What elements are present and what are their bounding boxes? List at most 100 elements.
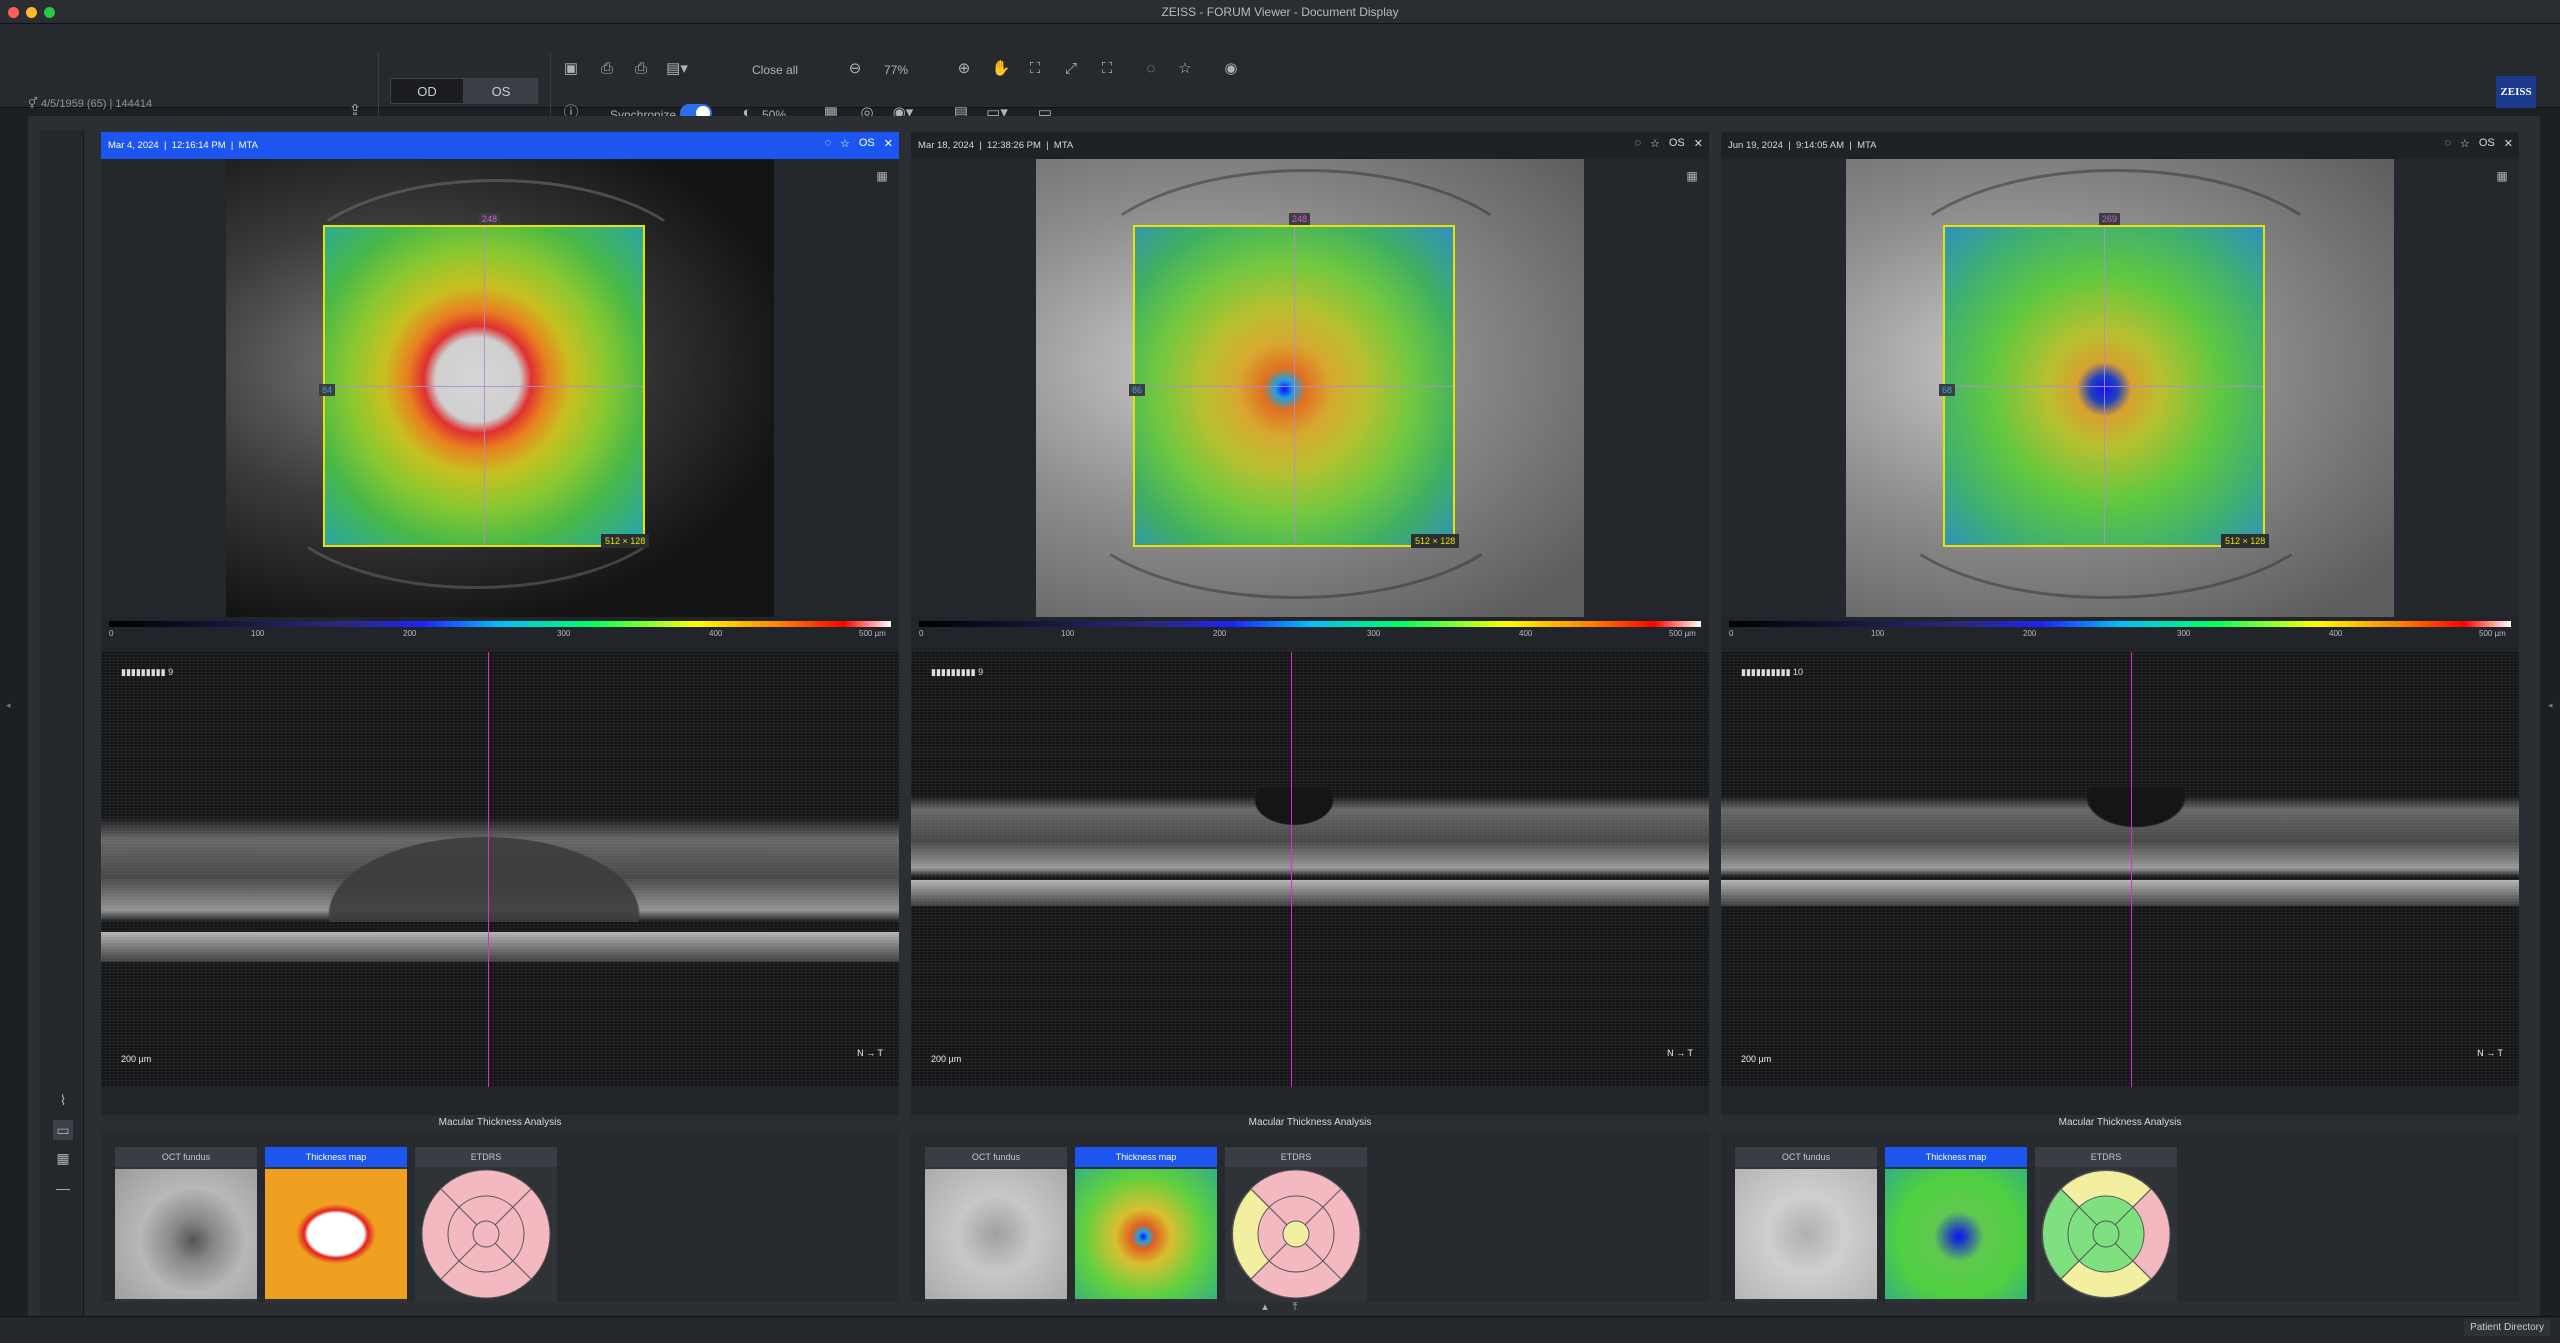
scale-tick: 400 (2329, 629, 2343, 638)
print-icon[interactable]: ⎙ (630, 58, 652, 80)
comment-icon[interactable]: ◌ (824, 137, 831, 150)
thickness-map-thumb[interactable]: Thickness map (1885, 1147, 2027, 1302)
star-icon[interactable]: ☆ (1650, 137, 1660, 150)
thumb-label: Thickness map (265, 1147, 407, 1167)
pin-icon[interactable]: ⤒ (1284, 1296, 1306, 1318)
quality-value: 9 (978, 667, 984, 677)
scale-tick: 500 µm (859, 629, 886, 638)
quality-indicator: ▮▮▮▮▮▮▮▮▮ 9 (931, 667, 984, 677)
table-icon[interactable]: ▦ (53, 1148, 73, 1168)
scan-dimensions: 512 × 128 (1411, 534, 1460, 548)
eye-label: OS (1668, 137, 1685, 149)
scale-bar-label: 200 µm (121, 1054, 152, 1064)
thumb-label: OCT fundus (925, 1147, 1067, 1167)
eye-label: OS (858, 137, 875, 149)
zoom-level[interactable]: 77% (884, 63, 908, 77)
right-expander-icon[interactable]: ◂ (2548, 700, 2553, 711)
patient-directory-button[interactable]: Patient Directory (2464, 1319, 2550, 1336)
oct-bscan[interactable]: ▮▮▮▮▮▮▮▮▮ 9 200 µm N → T (101, 652, 899, 1087)
close-all-button[interactable]: Close all (752, 63, 798, 77)
zeiss-logo: ZEISS (2496, 76, 2536, 108)
exam-panel-1[interactable]: Mar 4, 2024 | 12:16:14 PM | MTA ◌ ☆ OS ✕ 24… (101, 132, 899, 1302)
exam-panel-2[interactable]: Mar 18, 2024 | 12:38:26 PM | MTA ◌ ☆ OS ✕ 2… (911, 132, 1709, 1302)
thickness-map-overlay (1943, 225, 2265, 547)
comment-icon[interactable]: ◌ (1634, 137, 1641, 150)
scan-dimensions: 512 × 128 (601, 534, 650, 548)
scale-tick: 0 (109, 629, 114, 638)
save-icon[interactable]: ▣ (560, 58, 582, 80)
analysis-title: Macular Thickness Analysis (1721, 1115, 2519, 1131)
oct-fundus-thumb[interactable]: OCT fundus (115, 1147, 257, 1302)
quality-value: 9 (168, 667, 174, 677)
fundus-view[interactable]: 248 86 512 × 128 ▦ (911, 159, 1709, 617)
thumb-label: ETDRS (1225, 1147, 1367, 1167)
oct-bscan[interactable]: ▮▮▮▮▮▮▮▮▮▮ 10 200 µm N → T (1721, 652, 2519, 1087)
scale-tick: 300 (2177, 629, 2191, 638)
panel-header[interactable]: Mar 18, 2024 | 12:38:26 PM | MTA ◌ ☆ OS ✕ (911, 132, 1709, 159)
scale-bar-label: 200 µm (1741, 1054, 1772, 1064)
star-icon[interactable]: ☆ (1174, 58, 1196, 80)
single-view-icon[interactable]: ▭ (53, 1120, 73, 1140)
close-icon[interactable]: ✕ (884, 137, 893, 150)
eye-icon[interactable]: ◉ (1220, 58, 1242, 80)
analysis-thumbnails: OCT fundus Thickness map ETDRS (1721, 1131, 2519, 1302)
collapse-icon[interactable]: — (53, 1178, 73, 1198)
exam-panel-3[interactable]: Jun 19, 2024 | 9:14:05 AM | MTA ◌ ☆ OS ✕ 26… (1721, 132, 2519, 1302)
analysis-thumbnails: OCT fundus Thickness map ETDRS (911, 1131, 1709, 1302)
scan-dimensions: 512 × 128 (2221, 534, 2270, 548)
scale-tick: 300 (557, 629, 571, 638)
oct-fundus-thumb[interactable]: OCT fundus (925, 1147, 1067, 1302)
od-button[interactable]: OD (390, 78, 464, 104)
close-icon[interactable]: ✕ (1694, 137, 1703, 150)
trend-icon[interactable]: ⌇ (53, 1090, 73, 1110)
grid-icon[interactable]: ▦ (1681, 165, 1703, 187)
oct-bscan[interactable]: ▮▮▮▮▮▮▮▮▮ 9 200 µm N → T (911, 652, 1709, 1087)
orientation-label: N → T (857, 1048, 883, 1058)
thickness-map-thumb[interactable]: Thickness map (1075, 1147, 1217, 1302)
panel-header[interactable]: Mar 4, 2024 | 12:16:14 PM | MTA ◌ ☆ OS ✕ (101, 132, 899, 159)
comment-icon[interactable]: ◌ (2444, 137, 2451, 150)
top-thickness-label: 248 (1289, 213, 1311, 225)
left-thickness-label: 68 (1939, 384, 1956, 396)
exam-time: 12:38:26 PM (987, 140, 1041, 151)
fundus-view[interactable]: 248 84 512 × 128 ▦ (101, 159, 899, 617)
etdrs-thumb[interactable]: ETDRS (2035, 1147, 2177, 1302)
title-bar: ZEISS - FORUM Viewer - Document Display (0, 0, 2560, 24)
panel-header[interactable]: Jun 19, 2024 | 9:14:05 AM | MTA ◌ ☆ OS ✕ (1721, 132, 2519, 159)
scale-tick: 400 (1519, 629, 1533, 638)
grid-icon[interactable]: ▦ (2491, 165, 2513, 187)
star-icon[interactable]: ☆ (2460, 137, 2470, 150)
quality-indicator: ▮▮▮▮▮▮▮▮▮ 9 (121, 667, 174, 677)
thumb-label: Thickness map (1075, 1147, 1217, 1167)
thickness-map-thumb[interactable]: Thickness map (265, 1147, 407, 1302)
close-icon[interactable]: ✕ (2504, 137, 2513, 150)
etdrs-thumb[interactable]: ETDRS (1225, 1147, 1367, 1302)
scale-tick: 200 (2023, 629, 2037, 638)
zoom-out-icon[interactable]: ⊖ (844, 58, 866, 80)
expand-icon[interactable]: ⤢ (1060, 58, 1082, 80)
fundus-view[interactable]: 269 68 512 × 128 ▦ (1721, 159, 2519, 617)
patient-info: ⚥ 4/5/1959 (65) | 144414 (28, 98, 153, 110)
eye-label: OS (2478, 137, 2495, 149)
print-preview-icon[interactable]: ⎙ (596, 58, 618, 80)
thickness-scale (109, 621, 891, 627)
export-menu-icon[interactable]: ▤▾ (666, 58, 688, 80)
etdrs-thumb[interactable]: ETDRS (415, 1147, 557, 1302)
zoom-in-icon[interactable]: ⊕ (953, 58, 975, 80)
thumb-label: Thickness map (1885, 1147, 2027, 1167)
fullscreen-icon[interactable]: ⛶ (1096, 58, 1118, 80)
star-icon[interactable]: ☆ (840, 137, 850, 150)
grid-icon[interactable]: ▦ (871, 165, 893, 187)
collapse-up-icon[interactable]: ▴ (1254, 1296, 1276, 1318)
left-expander-icon[interactable]: ◂ (6, 700, 11, 711)
thumb-label: OCT fundus (1735, 1147, 1877, 1167)
scale-tick: 200 (403, 629, 417, 638)
pan-hand-icon[interactable]: ✋ (990, 58, 1012, 80)
toolbar: ⚥ 4/5/1959 (65) | 144414 ⇪ OD OS ▣ ⎙ ⎙ ▤… (0, 24, 2560, 130)
left-sidebar: ⌇ ▭ ▦ — (40, 130, 84, 1316)
fit-icon[interactable]: ⛶ (1024, 58, 1046, 80)
oct-fundus-thumb[interactable]: OCT fundus (1735, 1147, 1877, 1302)
os-button[interactable]: OS (464, 78, 538, 104)
scale-tick: 0 (1729, 629, 1734, 638)
comment-icon[interactable]: ◌ (1140, 58, 1162, 80)
